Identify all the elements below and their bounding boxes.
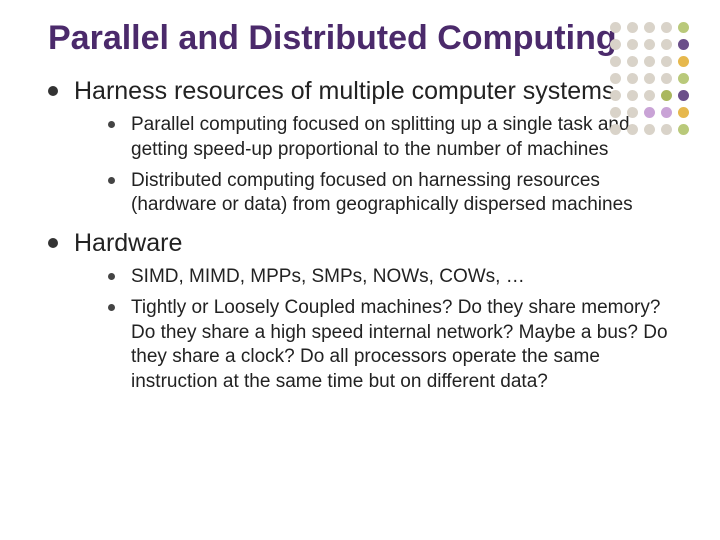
list-item-text: Parallel computing focused on splitting … xyxy=(131,113,680,162)
section-heading-text: Hardware xyxy=(74,228,182,259)
bullet-icon xyxy=(108,273,115,280)
bullet-icon xyxy=(108,121,115,128)
list-item: Parallel computing focused on splitting … xyxy=(108,113,680,162)
bullet-icon xyxy=(108,304,115,311)
section-items: Parallel computing focused on splitting … xyxy=(108,113,680,218)
list-item: Distributed computing focused on harness… xyxy=(108,169,680,218)
section-items: SIMD, MIMD, MPPs, SMPs, NOWs, COWs, … Ti… xyxy=(108,265,680,394)
section-heading: Harness resources of multiple computer s… xyxy=(48,76,680,107)
decorative-dots xyxy=(610,22,692,138)
bullet-icon xyxy=(48,238,58,248)
bullet-icon xyxy=(48,86,58,96)
section-heading-text: Harness resources of multiple computer s… xyxy=(74,76,614,107)
list-item-text: SIMD, MIMD, MPPs, SMPs, NOWs, COWs, … xyxy=(131,265,525,290)
slide: Parallel and Distributed Computing Harne… xyxy=(0,0,720,540)
list-item: SIMD, MIMD, MPPs, SMPs, NOWs, COWs, … xyxy=(108,265,680,290)
list-item-text: Tightly or Loosely Coupled machines? Do … xyxy=(131,296,680,395)
section-heading: Hardware xyxy=(48,228,680,259)
list-item: Tightly or Loosely Coupled machines? Do … xyxy=(108,296,680,395)
list-item-text: Distributed computing focused on harness… xyxy=(131,169,680,218)
slide-title: Parallel and Distributed Computing xyxy=(48,18,680,58)
bullet-icon xyxy=(108,177,115,184)
